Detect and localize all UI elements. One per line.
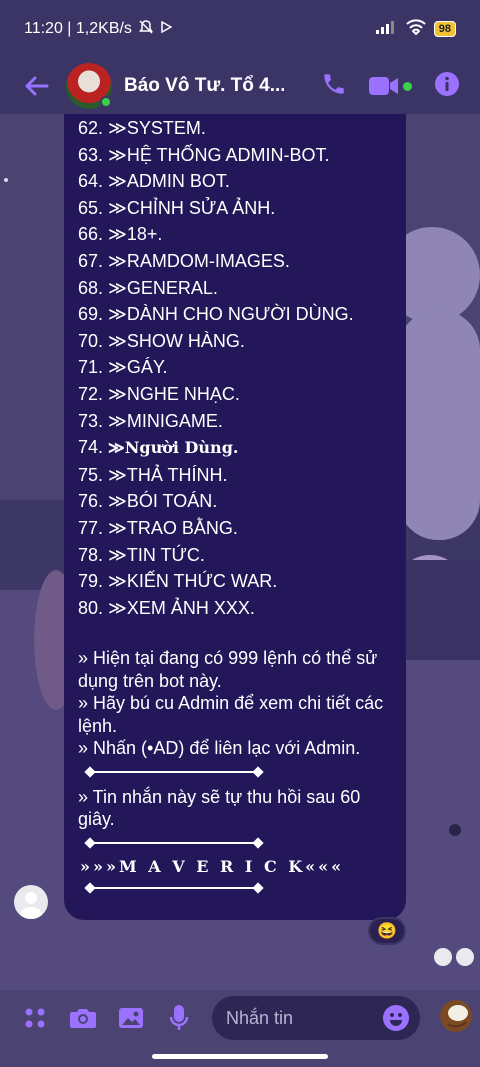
list-item: 78. ≫TIN TỨC. <box>78 544 205 565</box>
emoji-button[interactable] <box>382 1004 410 1037</box>
message-composer: Nhắn tin <box>0 988 480 1048</box>
command-list: 62. ≫SYSTEM. 63. ≫HỆ THỐNG ADMIN-BOT. 64… <box>78 115 396 621</box>
list-item: 74. ≫Người Dùng. <box>78 434 396 462</box>
list-item: 73. ≫MINIGAME. <box>78 410 223 431</box>
play-icon <box>160 20 173 38</box>
voice-button[interactable] <box>164 1003 194 1033</box>
chat-header: Báo Vô Tư. Tổ 4... <box>0 58 480 114</box>
signature: »»»M A V E R I C K««« <box>80 856 345 876</box>
info-icon <box>435 71 459 96</box>
list-item: 70. ≫SHOW HÀNG. <box>78 330 245 351</box>
mute-icon <box>138 19 154 40</box>
bot-info: » Hiện tại đang có 999 lệnh có thể sử dụ… <box>78 647 396 760</box>
apps-button[interactable] <box>20 1003 50 1033</box>
list-item: 72. ≫NGHE NHẠC. <box>78 383 240 404</box>
home-indicator[interactable] <box>152 1054 328 1059</box>
status-bar: 11:20 | 1,2KB/s 98 <box>0 0 480 58</box>
info-line: » Hãy bú cu Admin để xem chi tiết các lệ… <box>78 693 384 736</box>
wifi-icon <box>406 18 426 40</box>
divider <box>84 766 264 778</box>
quick-reaction-button[interactable] <box>438 998 474 1039</box>
coconut-icon <box>440 999 472 1032</box>
list-item: 63. ≫HỆ THỐNG ADMIN-BOT. <box>78 144 330 165</box>
apps-icon <box>25 1008 45 1028</box>
list-item: 77. ≫TRAO BẰNG. <box>78 517 238 538</box>
seen-avatar <box>434 948 452 966</box>
user-icon <box>20 892 42 919</box>
message-input-placeholder: Nhắn tin <box>226 1007 294 1028</box>
active-call-dot <box>403 81 412 91</box>
list-item: 71. ≫GÁY. <box>78 357 168 378</box>
list-item: 76. ≫BÓI TOÁN. <box>78 491 218 512</box>
arrow-left-icon <box>25 76 49 96</box>
divider <box>84 837 264 849</box>
group-avatar[interactable] <box>66 63 112 109</box>
list-item: 75. ≫THẢ THÍNH. <box>78 464 228 485</box>
chat-title[interactable]: Báo Vô Tư. Tổ 4... <box>124 75 284 97</box>
call-button[interactable] <box>321 71 347 102</box>
signal-icon <box>375 20 398 39</box>
seen-avatar <box>456 948 474 966</box>
recall-notice: » Tin nhắn này sẽ tự thu hồi sau 60 giây… <box>78 786 361 830</box>
battery-indicator: 98 <box>433 21 456 37</box>
gallery-button[interactable] <box>116 1003 146 1033</box>
info-line: » Nhấn (•AD) để liên lạc với Admin. <box>78 738 361 759</box>
sender-avatar[interactable] <box>14 885 48 919</box>
phone-icon <box>324 73 344 94</box>
video-camera-icon <box>369 77 398 95</box>
list-item-label: ≫Người Dùng. <box>108 438 239 458</box>
status-time: 11:20 | 1,2KB/s <box>24 20 132 37</box>
divider <box>84 882 264 894</box>
reaction-badge[interactable]: 😆 <box>368 917 406 945</box>
list-item: 68. ≫GENERAL. <box>78 277 218 298</box>
list-item-number: 74. <box>78 437 109 458</box>
online-indicator <box>100 96 112 108</box>
camera-button[interactable] <box>68 1003 98 1033</box>
camera-icon <box>70 1009 96 1028</box>
back-button[interactable] <box>16 75 56 97</box>
image-icon <box>119 1008 143 1028</box>
message-input[interactable]: Nhắn tin <box>212 996 420 1040</box>
list-item: 69. ≫DÀNH CHO NGƯỜI DÙNG. <box>78 304 354 325</box>
info-button[interactable] <box>434 71 460 102</box>
microphone-icon <box>169 1005 189 1030</box>
list-item: 64. ≫ADMIN BOT. <box>78 171 230 192</box>
list-item: 66. ≫18+. <box>78 224 163 245</box>
emoji-icon <box>383 1005 409 1031</box>
info-line: » Hiện tại đang có 999 lệnh có thể sử dụ… <box>78 648 378 691</box>
list-item: 80. ≫XEM ẢNH XXX. <box>78 597 255 618</box>
list-item: 67. ≫RAMDOM-IMAGES. <box>78 250 290 271</box>
list-item: 65. ≫CHỈNH SỬA ẢNH. <box>78 197 276 218</box>
list-item: 79. ≫KIẾN THỨC WAR. <box>78 571 278 592</box>
video-call-button[interactable] <box>369 75 412 97</box>
message-bubble[interactable]: 62. ≫SYSTEM. 63. ≫HỆ THỐNG ADMIN-BOT. 64… <box>64 114 406 920</box>
seen-indicators <box>434 948 474 966</box>
list-item: 62. ≫SYSTEM. <box>78 118 206 138</box>
